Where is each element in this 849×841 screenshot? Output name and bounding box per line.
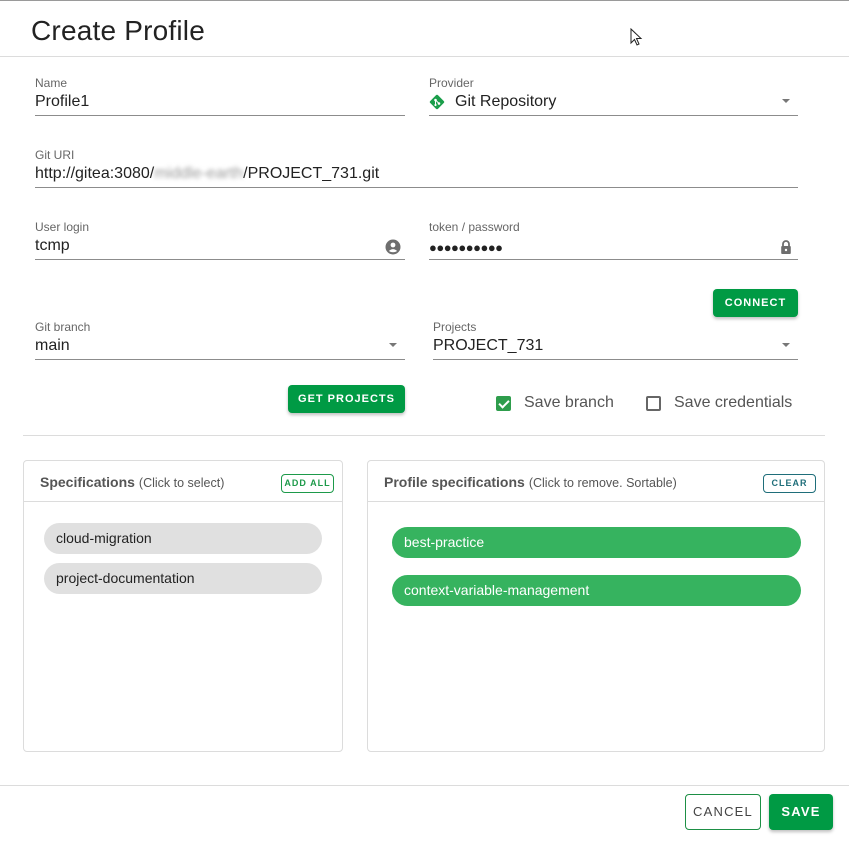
section-divider: [23, 435, 825, 436]
specifications-title: Specifications (Click to select): [40, 474, 224, 490]
profile-specification-chip[interactable]: best-practice: [392, 527, 801, 558]
specifications-panel: Specifications (Click to select) ADD ALL …: [23, 460, 343, 752]
chevron-down-icon: [782, 343, 790, 347]
profile-specification-chip[interactable]: context-variable-management: [392, 575, 801, 606]
clear-button[interactable]: CLEAR: [763, 474, 816, 493]
specification-chip[interactable]: cloud-migration: [44, 523, 322, 554]
mouse-cursor-icon: [630, 27, 644, 48]
provider-value: Git Repository: [455, 93, 557, 110]
token-input[interactable]: ●●●●●●●●●●: [429, 240, 503, 255]
git-branch-underline: [35, 359, 405, 360]
footer-divider: [0, 785, 849, 786]
projects-label: Projects: [433, 320, 477, 334]
save-credentials-checkbox[interactable]: Save credentials: [646, 394, 792, 412]
save-credentials-label: Save credentials: [674, 394, 793, 411]
save-branch-label: Save branch: [524, 394, 614, 411]
chevron-down-icon: [389, 343, 397, 347]
user-login-field[interactable]: User login tcmp: [35, 220, 405, 260]
git-uri-field[interactable]: Git URI http://gitea:3080/middle-earth/P…: [35, 148, 798, 188]
git-uri-suffix: /PROJECT_731.git: [243, 165, 380, 182]
git-branch-value: main: [35, 337, 70, 354]
projects-value: PROJECT_731: [433, 337, 544, 354]
specification-chip[interactable]: project-documentation: [44, 563, 322, 594]
lock-icon: [778, 239, 794, 255]
user-login-input[interactable]: tcmp: [35, 237, 70, 255]
specifications-title-text: Specifications: [40, 474, 135, 490]
profile-specifications-subtitle: (Click to remove. Sortable): [528, 476, 677, 490]
name-field[interactable]: Name Profile1: [35, 76, 405, 116]
name-label: Name: [35, 76, 68, 90]
chevron-down-icon: [782, 99, 790, 103]
user-login-underline: [35, 259, 405, 260]
profile-specifications-title: Profile specifications (Click to remove. …: [384, 474, 677, 490]
profile-specifications-title-text: Profile specifications: [384, 474, 525, 490]
add-all-button[interactable]: ADD ALL: [281, 474, 334, 493]
git-icon: [429, 94, 445, 110]
specifications-subtitle: (Click to select): [138, 476, 225, 490]
profile-specifications-header: Profile specifications (Click to remove. …: [368, 461, 824, 502]
name-underline: [35, 115, 405, 116]
account-circle-icon: [385, 239, 401, 255]
save-button[interactable]: SAVE: [769, 794, 833, 830]
cancel-button[interactable]: CANCEL: [685, 794, 761, 830]
git-uri-underline: [35, 187, 798, 188]
provider-label: Provider: [429, 76, 474, 90]
dialog-title: Create Profile: [31, 15, 205, 46]
provider-select[interactable]: Provider Git Repository: [429, 76, 798, 116]
git-branch-label: Git branch: [35, 320, 91, 334]
git-uri-label: Git URI: [35, 148, 75, 162]
token-password-field[interactable]: token / password ●●●●●●●●●●: [429, 220, 798, 260]
git-uri-prefix: http://gitea:3080/: [35, 165, 155, 182]
token-underline: [429, 259, 798, 260]
projects-underline: [433, 359, 798, 360]
projects-select[interactable]: Projects PROJECT_731: [433, 320, 798, 360]
provider-underline: [429, 115, 798, 116]
header-divider: [0, 56, 849, 57]
create-profile-dialog: Create Profile Name Profile1 Provider Gi…: [0, 0, 849, 841]
connect-button[interactable]: CONNECT: [713, 289, 798, 317]
checkbox-checked-icon[interactable]: [496, 395, 511, 411]
checkbox-unchecked-icon[interactable]: [646, 395, 661, 411]
user-login-label: User login: [35, 220, 90, 234]
specifications-header: Specifications (Click to select) ADD ALL: [24, 461, 342, 502]
git-branch-select[interactable]: Git branch main: [35, 320, 405, 360]
git-uri-redacted: middle-earth: [154, 165, 244, 182]
git-uri-input[interactable]: http://gitea:3080/middle-earth/PROJECT_7…: [35, 165, 379, 183]
save-branch-checkbox[interactable]: Save branch: [496, 394, 614, 412]
name-input[interactable]: Profile1: [35, 93, 89, 111]
profile-specifications-panel: Profile specifications (Click to remove. …: [367, 460, 825, 752]
token-label: token / password: [429, 220, 520, 234]
get-projects-button[interactable]: GET PROJECTS: [288, 385, 405, 413]
